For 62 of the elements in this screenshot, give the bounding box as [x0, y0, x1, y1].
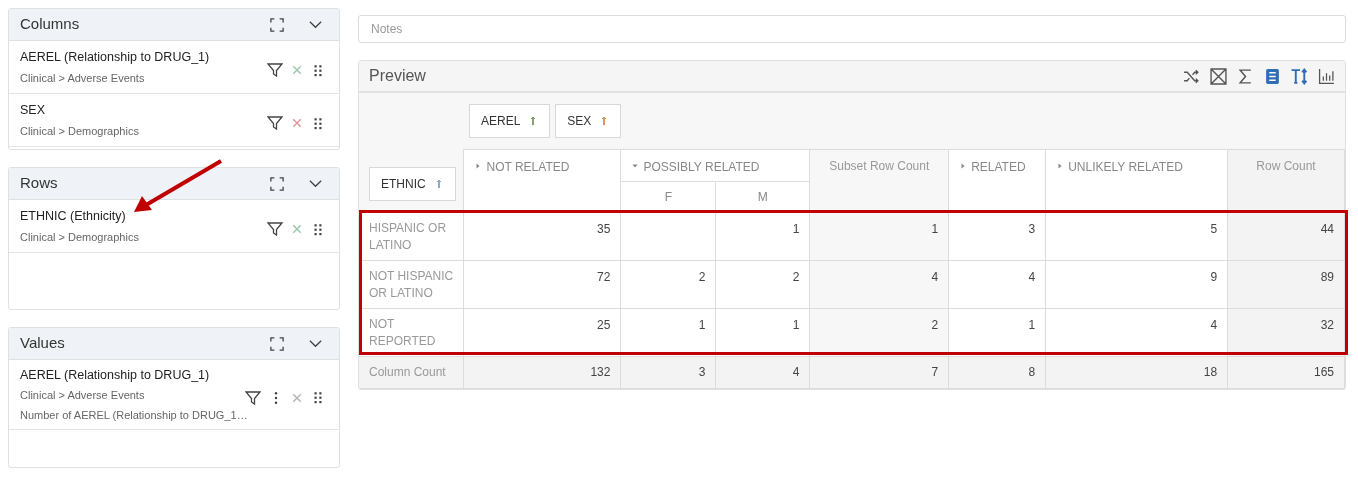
- row-header: Column Count: [359, 356, 464, 388]
- table-cell: 5: [1045, 212, 1228, 260]
- filter-icon[interactable]: [267, 221, 283, 237]
- table-cell: 8: [948, 356, 1046, 388]
- table-cell: 3: [620, 356, 716, 388]
- field-item[interactable]: AEREL (Relationship to DRUG_1) Clinical > Adverse Events Number of AEREL (Relationship to DRUG_1…: [9, 360, 339, 430]
- field-chip[interactable]: SEX: [555, 103, 622, 138]
- table-cell: 35: [464, 212, 621, 260]
- field-chip[interactable]: AEREL: [469, 103, 551, 138]
- row-header: HISPANIC OR LATINO: [359, 212, 464, 260]
- column-header[interactable]: NOT RELATED: [464, 149, 621, 212]
- expand-icon[interactable]: [270, 176, 284, 191]
- field-name: AEREL (Relationship to DRUG_1): [20, 366, 211, 384]
- table-cell: 1: [715, 212, 810, 260]
- field-chip[interactable]: ETHNIC: [369, 166, 456, 201]
- table-cell: 3: [948, 212, 1046, 260]
- table-cell: 18: [1045, 356, 1228, 388]
- filter-icon[interactable]: [267, 115, 283, 131]
- expand-arrows-icon[interactable]: [1210, 67, 1227, 85]
- field-item[interactable]: SEX Clinical > Demographics: [9, 94, 339, 147]
- table-cell: 2: [715, 260, 810, 308]
- panel-title: Columns: [20, 14, 80, 35]
- expand-icon[interactable]: [270, 17, 284, 32]
- text-height-icon[interactable]: [1291, 67, 1308, 85]
- table-cell: 132: [464, 356, 621, 388]
- row-header: NOT HISPANIC OR LATINO: [359, 260, 464, 308]
- column-header[interactable]: POSSIBLY RELATED: [620, 149, 810, 181]
- sum-icon[interactable]: [1237, 67, 1254, 85]
- table-cell: 165: [1227, 356, 1345, 388]
- column-header[interactable]: UNLIKELY RELATED: [1045, 149, 1228, 212]
- filter-icon[interactable]: [267, 62, 283, 78]
- column-header[interactable]: RELATED: [948, 149, 1046, 212]
- table-cell: 4: [715, 356, 810, 388]
- table-cell: 4: [948, 260, 1046, 308]
- notes-field[interactable]: Notes: [358, 15, 1346, 43]
- panel-title: Preview: [369, 66, 426, 86]
- field-name: AEREL (Relationship to DRUG_1): [20, 48, 210, 66]
- field-aggregation: Number of AEREL (Relationship to DRUG_1…: [20, 407, 245, 423]
- column-header: Row Count: [1227, 149, 1345, 212]
- table-cell: 7: [809, 356, 949, 388]
- table-cell: 1: [809, 212, 949, 260]
- expand-icon[interactable]: [270, 336, 284, 351]
- table-cell: 9: [1045, 260, 1228, 308]
- table-cell: 44: [1227, 212, 1345, 260]
- bar-chart-icon[interactable]: [1318, 67, 1335, 85]
- field-item[interactable]: AEREL (Relationship to DRUG_1) Clinical > Adverse Events: [9, 41, 339, 94]
- table-cell: 2: [620, 260, 716, 308]
- field-path: Clinical > Adverse Events: [20, 388, 146, 404]
- shuffle-icon[interactable]: [1183, 67, 1200, 85]
- field-path: Clinical > Adverse Events: [20, 70, 146, 86]
- table-icon[interactable]: [1264, 67, 1281, 85]
- field-path: Clinical > Demographics: [20, 229, 139, 245]
- table-cell: 72: [464, 260, 621, 308]
- field-path: Clinical > Demographics: [20, 123, 139, 139]
- table-cell: 89: [1227, 260, 1345, 308]
- field-name: ETHNIC (Ethnicity): [20, 207, 127, 225]
- panel-title: Values: [20, 333, 65, 354]
- column-header: Subset Row Count: [809, 149, 949, 212]
- field-name: SEX: [20, 101, 46, 119]
- panel-title: Rows: [20, 173, 58, 194]
- table-cell: 4: [809, 260, 949, 308]
- filter-icon[interactable]: [245, 389, 261, 406]
